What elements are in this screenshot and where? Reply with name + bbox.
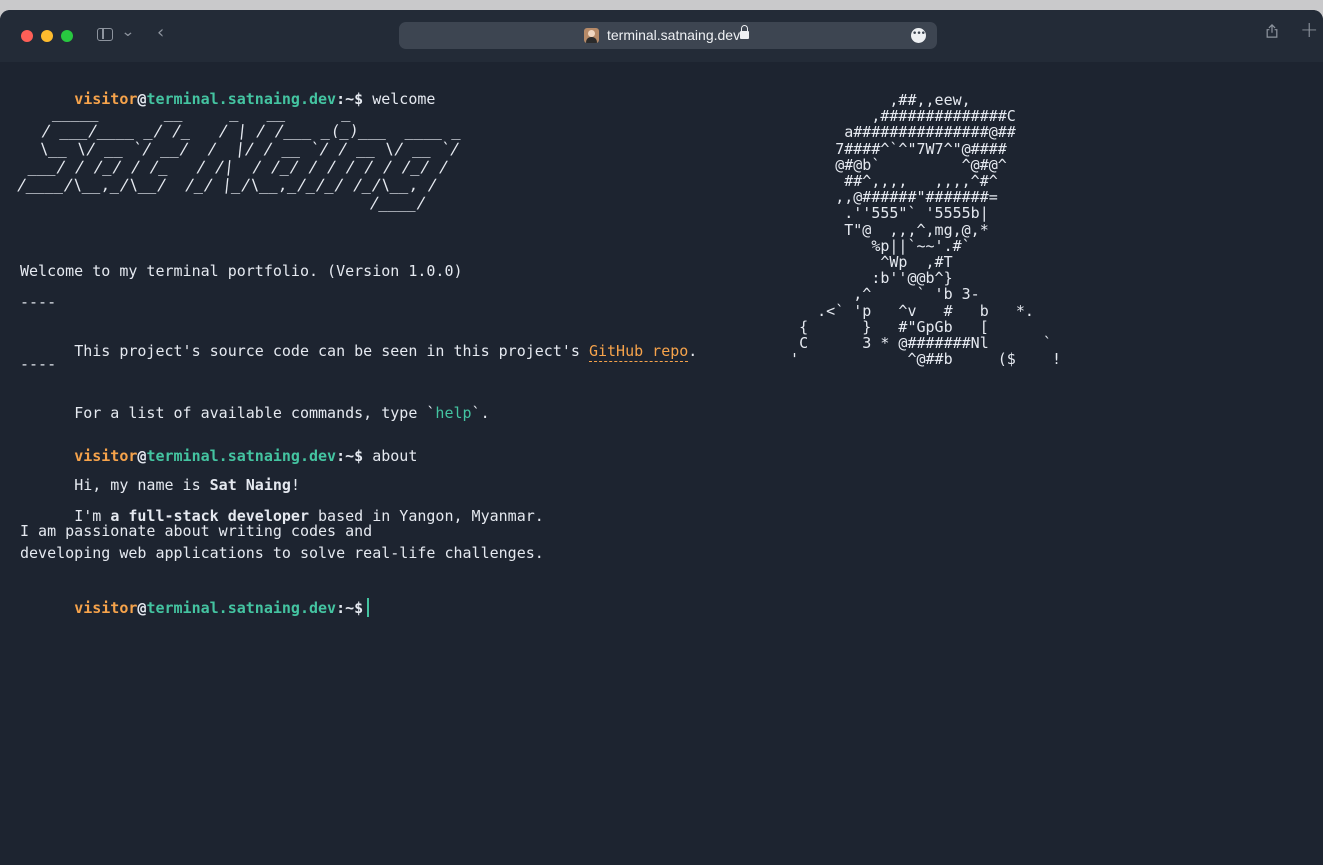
site-favicon-icon [584, 28, 599, 43]
back-icon[interactable]: ‹ [157, 22, 164, 43]
about-line-developing: developing web applications to solve rea… [20, 544, 544, 562]
prompt-user: visitor [74, 599, 138, 617]
ascii-banner: _____ __ _ __ _ / ___/____ _/ /_ / | / /… [14, 104, 465, 212]
zoom-window-button[interactable] [61, 30, 73, 42]
help-command: help [435, 404, 472, 422]
chevron-down-icon[interactable]: ⌄ [121, 24, 135, 40]
text-cursor[interactable] [367, 598, 369, 617]
welcome-intro: Welcome to my terminal portfolio. (Versi… [20, 262, 463, 280]
sidebar-toggle-icon[interactable] [97, 28, 113, 41]
divider: ---- [20, 293, 57, 311]
prompt-host: terminal.satnaing.dev [146, 599, 337, 617]
more-options-icon[interactable]: ••• [911, 28, 926, 43]
command-text: about [372, 447, 418, 465]
address-bar[interactable]: terminal.satnaing.dev ••• [399, 22, 937, 49]
prompt-path: :~$ [336, 447, 364, 465]
share-icon[interactable] [1265, 24, 1279, 38]
url-text: terminal.satnaing.dev [607, 27, 741, 43]
prompt-path: :~$ [336, 599, 364, 617]
lock-icon [740, 25, 749, 39]
browser-window: ⌄ ‹ terminal.satnaing.dev ••• + visitor@… [0, 10, 1323, 865]
prompt-line-active[interactable]: visitor@terminal.satnaing.dev:~$ [20, 580, 369, 635]
help-prefix: For a list of available commands, type ` [74, 404, 436, 422]
close-window-button[interactable] [21, 30, 33, 42]
minimize-window-button[interactable] [41, 30, 53, 42]
new-tab-icon[interactable]: + [1300, 20, 1318, 42]
source-code-line: This project's source code can be seen i… [20, 324, 697, 378]
terminal[interactable]: visitor@terminal.satnaing.dev:~$ welcome… [0, 62, 1323, 865]
divider: ---- [20, 355, 57, 373]
help-suffix: `. [471, 404, 490, 422]
github-repo-link[interactable]: GitHub repo [588, 342, 689, 362]
source-prefix: This project's source code can be seen i… [74, 342, 589, 360]
about-line-passion: I am passionate about writing codes and [20, 522, 373, 540]
browser-toolbar: ⌄ ‹ terminal.satnaing.dev ••• + [0, 10, 1323, 62]
ascii-portrait: ,##,,eew, ,##############C a############… [790, 91, 1061, 369]
source-suffix: . [688, 342, 698, 360]
